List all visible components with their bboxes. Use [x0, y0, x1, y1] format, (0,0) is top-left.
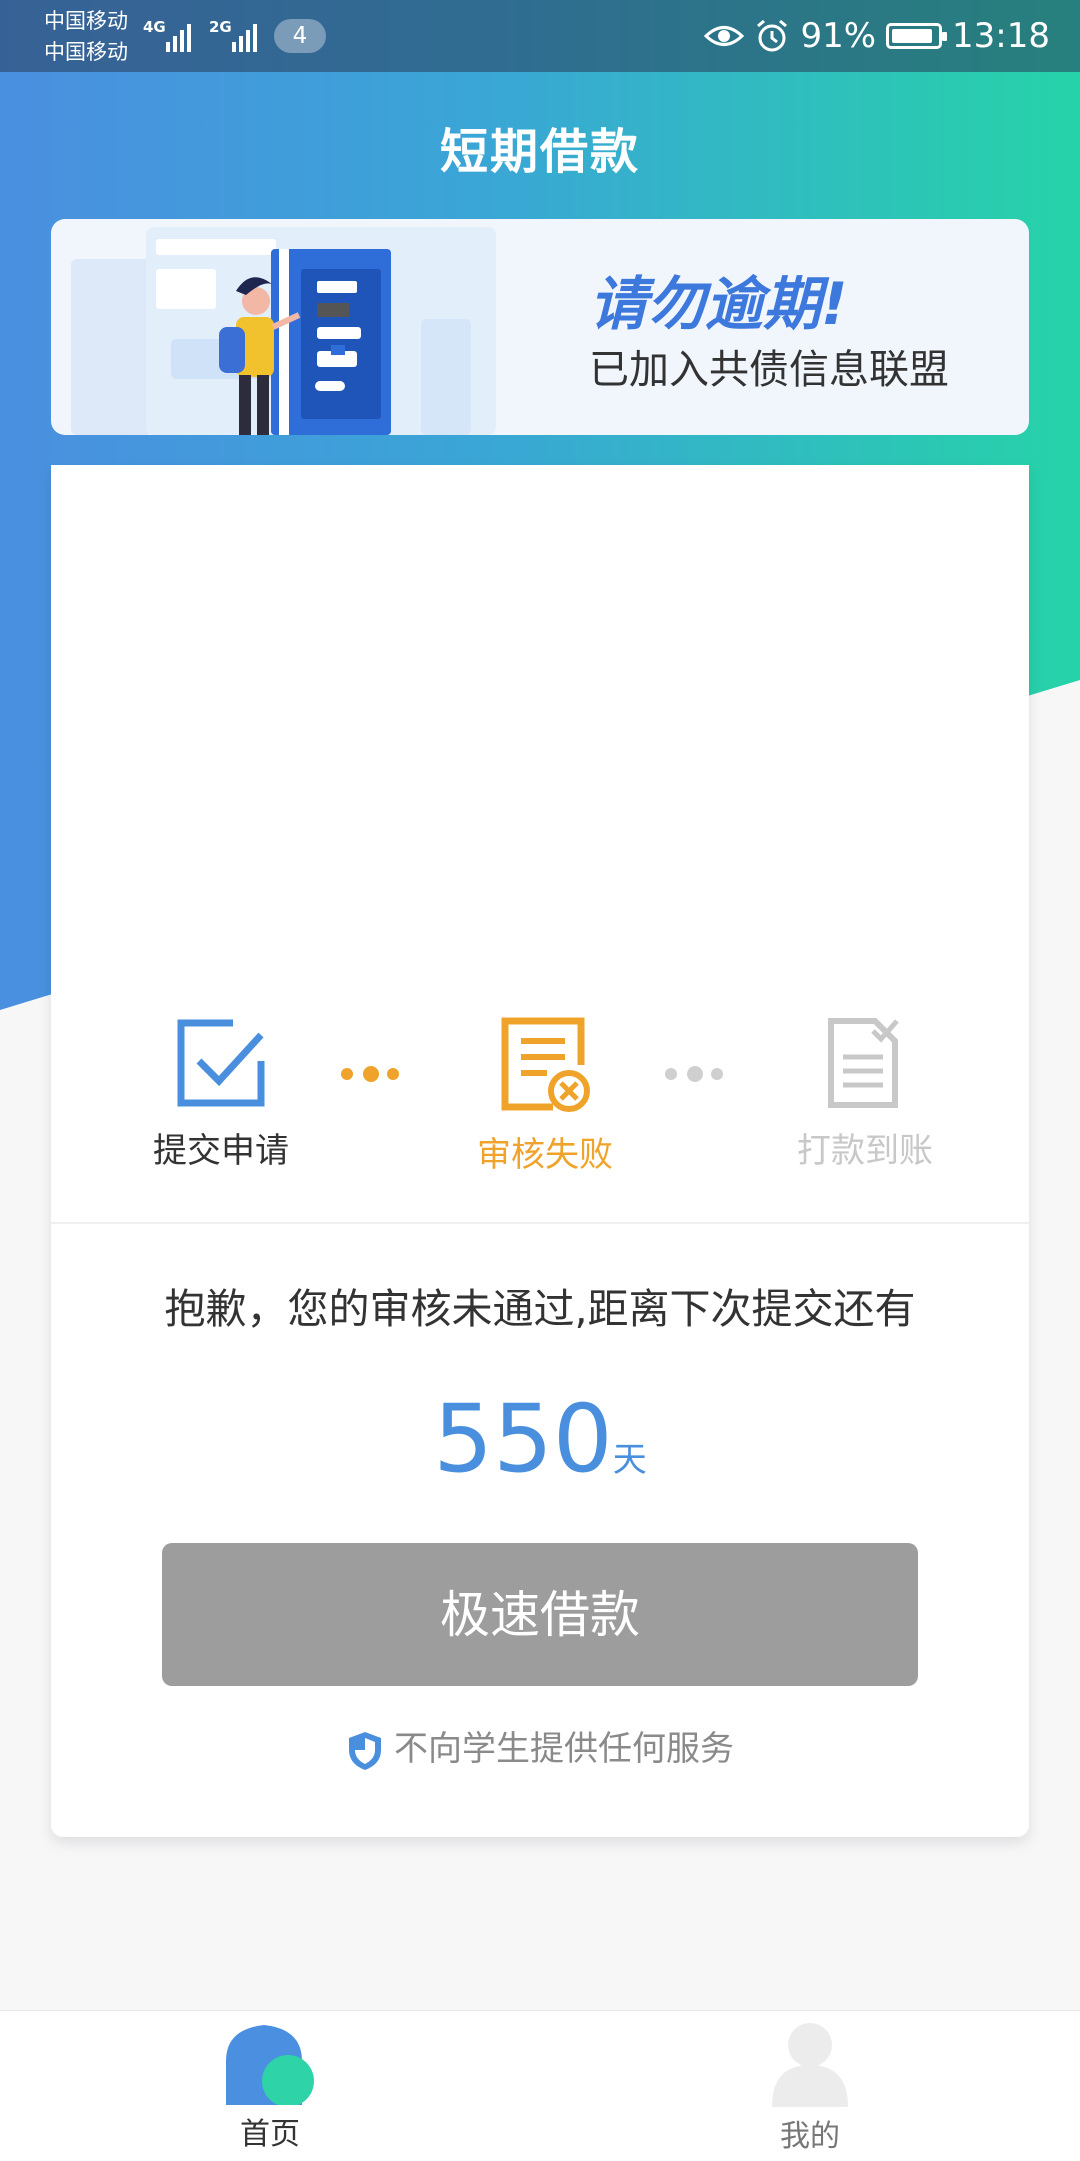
banner-illustration — [71, 227, 496, 435]
countdown-unit: 天 — [612, 1440, 647, 1480]
loan-status-card: 提交申请 审核失败 打款到账 抱歉，您的审核未通过,距离下次提交还有 550天 … — [51, 465, 1029, 1837]
document-check-icon — [828, 1018, 899, 1108]
tab-mine[interactable]: 我的 — [730, 2021, 890, 2155]
status-right-group: 91% 13:18 — [704, 12, 1050, 60]
banner-subtitle: 已加入共债信息联盟 — [589, 347, 949, 393]
signal-icon — [166, 18, 191, 52]
clock: 13:18 — [952, 16, 1050, 56]
step-connector-1 — [341, 1065, 411, 1085]
carrier-1: 中国移动 — [44, 9, 128, 33]
checkbox-check-icon — [177, 1019, 265, 1107]
countdown-value: 550 — [433, 1385, 613, 1494]
quick-loan-button[interactable]: 极速借款 — [162, 1543, 918, 1686]
battery-icon — [886, 23, 948, 49]
carrier-info: 中国移动 中国移动 — [44, 6, 128, 68]
overdue-warning-banner[interactable]: 请勿逾期! 已加入共债信息联盟 — [51, 219, 1029, 435]
step-review-failed: 审核失败 — [445, 1015, 645, 1176]
notice-text: 不向学生提供任何服务 — [394, 1729, 734, 1769]
battery-level-fill — [892, 29, 933, 43]
step-label-submit: 提交申请 — [153, 1131, 289, 1171]
eye-comfort-icon — [704, 26, 745, 46]
rejection-message: 抱歉，您的审核未通过,距离下次提交还有 — [164, 1285, 916, 1333]
home-icon — [226, 2025, 314, 2107]
step-connector-2 — [665, 1065, 735, 1085]
user-icon — [772, 2023, 848, 2107]
alarm-icon — [757, 19, 788, 52]
tab-label-mine: 我的 — [780, 2119, 840, 2154]
tab-home[interactable]: 首页 — [190, 2021, 350, 2153]
battery-percent: 91% — [800, 16, 877, 56]
bottom-tab-bar: 首页 我的 — [0, 2010, 1080, 2161]
shield-icon — [349, 1731, 381, 1770]
page-title: 短期借款 — [439, 124, 640, 180]
network-type-1: 4G — [143, 18, 166, 36]
countdown: 550天 — [51, 1385, 1029, 1494]
progress-steps: 提交申请 审核失败 打款到账 — [51, 1015, 1029, 1185]
step-submit: 提交申请 — [121, 1015, 321, 1172]
step-label-review: 审核失败 — [477, 1135, 613, 1175]
status-bar: 中国移动 中国移动 4G 2G 4 91% 13:18 — [0, 0, 1080, 72]
banner-heading: 请勿逾期! — [589, 270, 848, 338]
student-notice: 不向学生提供任何服务 — [51, 1721, 1029, 1772]
carrier-2: 中国移动 — [44, 40, 128, 64]
step-label-payout: 打款到账 — [797, 1131, 933, 1171]
signal-icon-2 — [232, 18, 257, 52]
divider — [51, 1222, 1029, 1224]
tab-label-home: 首页 — [240, 2117, 300, 2152]
step-payout: 打款到账 — [765, 1015, 965, 1172]
notification-badge: 4 — [274, 19, 326, 53]
document-error-icon — [501, 1017, 590, 1112]
network-type-2: 2G — [209, 18, 232, 36]
